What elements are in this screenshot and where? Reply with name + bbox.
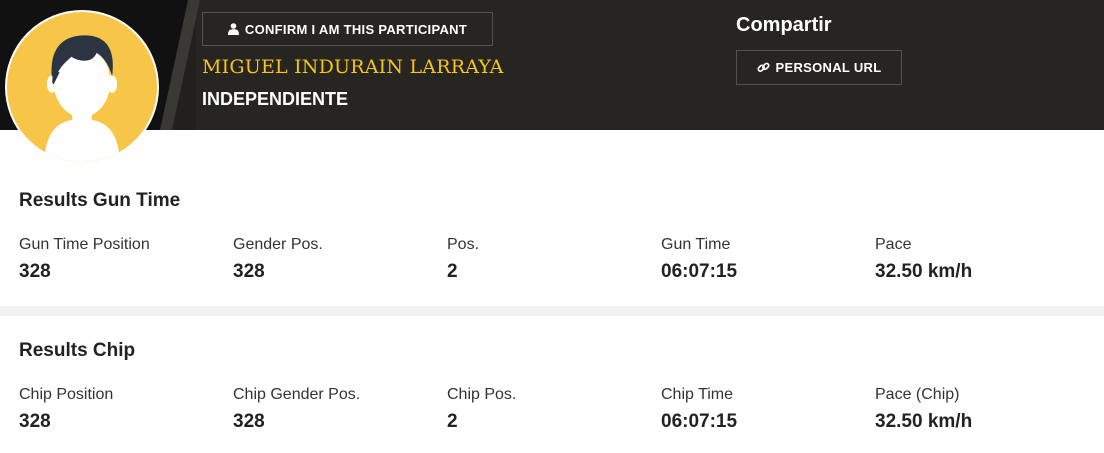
stat-value: 32.50 km/h	[875, 261, 973, 282]
stat-label: Pace	[875, 236, 912, 253]
stat-value: 328	[233, 261, 265, 282]
team-name: INDEPENDIENTE	[202, 89, 349, 109]
confirm-participant-button[interactable]: CONFIRM I AM THIS PARTICIPANT	[202, 12, 493, 46]
stat-label: Pos.	[447, 236, 480, 253]
stat-value: 328	[19, 261, 51, 282]
stat-gun-time: Gun Time 06:07:15	[661, 236, 875, 283]
stat-value: 2	[447, 261, 458, 282]
stat-value: 06:07:15	[661, 261, 738, 282]
stat-label: Chip Pos.	[447, 386, 517, 403]
stat-value: 06:07:15	[661, 411, 738, 432]
confirm-button-label: CONFIRM I AM THIS PARTICIPANT	[244, 21, 468, 37]
share-title: Compartir	[736, 14, 832, 36]
stat-chip-pos: Chip Pos. 2	[447, 386, 661, 433]
user-avatar-icon	[5, 10, 159, 164]
chip-stats: Chip Position 328 Chip Gender Pos. 328 C…	[19, 386, 1089, 433]
stat-chip-position: Chip Position 328	[19, 386, 233, 433]
gun-time-results-title: Results Gun Time	[19, 190, 181, 211]
participant-name: MIGUEL INDURAIN LARRAYA	[202, 56, 504, 78]
avatar-figure	[44, 35, 120, 162]
stat-pace: Pace 32.50 km/h	[875, 236, 1089, 283]
stat-label: Chip Position	[19, 386, 114, 403]
stat-value: 2	[447, 411, 458, 432]
stat-label: Pace (Chip)	[875, 386, 960, 403]
stat-label: Gun Time Position	[19, 236, 150, 253]
stat-pace-chip: Pace (Chip) 32.50 km/h	[875, 386, 1089, 433]
personal-url-label: PERSONAL URL	[775, 60, 882, 75]
stat-label: Gender Pos.	[233, 236, 323, 253]
stat-label: Gun Time	[661, 236, 731, 253]
stat-chip-time: Chip Time 06:07:15	[661, 386, 875, 433]
link-icon	[756, 62, 770, 72]
personal-url-button[interactable]: PERSONAL URL	[736, 50, 902, 85]
stat-value: 328	[233, 411, 265, 432]
gun-time-results-card: Results Gun Time Gun Time Position 328 G…	[0, 130, 1104, 306]
gun-time-stats: Gun Time Position 328 Gender Pos. 328 Po…	[19, 236, 1089, 283]
participant-header: CONFIRM I AM THIS PARTICIPANT MIGUEL IND…	[0, 0, 1104, 130]
stat-label: Chip Gender Pos.	[233, 386, 361, 403]
user-icon	[227, 23, 239, 35]
stat-label: Chip Time	[661, 386, 734, 403]
chip-results-card: Results Chip Chip Position 328 Chip Gend…	[0, 316, 1104, 453]
stat-gender-position: Gender Pos. 328	[233, 236, 447, 283]
stat-value: 328	[19, 411, 51, 432]
stat-position: Pos. 2	[447, 236, 661, 283]
stat-chip-gender-position: Chip Gender Pos. 328	[233, 386, 447, 433]
stat-value: 32.50 km/h	[875, 411, 973, 432]
stat-gun-time-position: Gun Time Position 328	[19, 236, 233, 283]
chip-results-title: Results Chip	[19, 340, 136, 361]
